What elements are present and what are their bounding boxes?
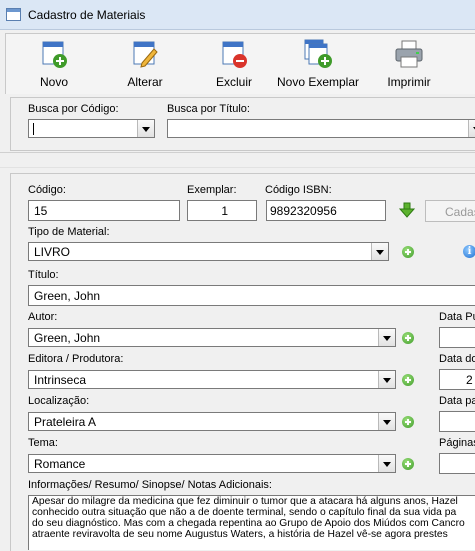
excluir-label: Excluir — [215, 75, 252, 89]
search-title-label: Busca por Título: — [167, 103, 250, 115]
localizacao-combo[interactable]: Prateleira A — [28, 412, 396, 431]
new-document-icon — [42, 41, 67, 68]
search-title-combo[interactable] — [167, 119, 475, 138]
window-title: Cadastro de Materiais — [28, 8, 146, 22]
copy-document-icon — [304, 39, 332, 68]
window-icon — [6, 8, 21, 21]
chevron-down-icon[interactable] — [371, 243, 388, 260]
printer-icon — [395, 40, 423, 68]
exemplar-field[interactable]: 1 — [187, 200, 257, 221]
imprimir-button[interactable]: Imprimir — [382, 34, 436, 92]
title-bar: Cadastro de Materiais — [0, 0, 475, 30]
codigo-field[interactable]: 15 — [28, 200, 180, 221]
toolbar: Novo Alterar Excluir Novo Exemplar Impri… — [5, 33, 475, 94]
chevron-down-icon[interactable] — [378, 413, 395, 430]
cadastrar-isbn-button[interactable]: Cadas — [425, 200, 475, 222]
paginas-field[interactable] — [439, 453, 475, 474]
add-autor-icon[interactable] — [402, 332, 414, 344]
data-publicacao-label: Data Pu — [439, 311, 475, 323]
download-arrow-icon[interactable] — [399, 202, 415, 218]
divider — [0, 167, 475, 168]
paginas-label: Páginas — [439, 437, 475, 449]
localizacao-label: Localização: — [28, 395, 90, 407]
isbn-field[interactable]: 9892320956 — [266, 200, 386, 221]
titulo-label: Título: — [28, 269, 59, 281]
alterar-label: Alterar — [127, 75, 163, 89]
chevron-down-icon[interactable] — [378, 371, 395, 388]
data-do-field[interactable]: 2 — [439, 369, 475, 390]
chevron-down-icon[interactable] — [468, 120, 475, 137]
titulo-field[interactable]: Green, John — [28, 285, 475, 306]
data-do-label: Data do — [439, 353, 475, 365]
excluir-button[interactable]: Excluir — [209, 34, 259, 92]
search-code-label: Busca por Código: — [28, 103, 119, 115]
info-icon[interactable]: i — [463, 245, 475, 258]
memo-line: atraente reviravolta de seu nome Augustu… — [32, 529, 448, 540]
divider — [0, 152, 475, 153]
editora-combo[interactable]: Intrinseca — [28, 370, 396, 389]
data-pa-field[interactable] — [439, 411, 475, 432]
info-memo[interactable]: Apesar do milagre da medicina que fez di… — [28, 495, 475, 550]
memo-line: Apesar do milagre da medicina que fez di… — [32, 496, 458, 507]
memo-line: do seu diagnóstico. Mas com a chegada re… — [32, 518, 465, 529]
add-editora-icon[interactable] — [402, 374, 414, 386]
exemplar-label: Exemplar: — [187, 184, 237, 196]
info-label: Informações/ Resumo/ Sinopse/ Notas Adic… — [28, 479, 272, 491]
delete-document-icon — [222, 41, 247, 68]
chevron-down-icon[interactable] — [378, 455, 395, 472]
data-publicacao-field[interactable] — [439, 327, 475, 348]
chevron-down-icon[interactable] — [378, 329, 395, 346]
imprimir-label: Imprimir — [387, 75, 431, 89]
tema-combo[interactable]: Romance — [28, 454, 396, 473]
alterar-button[interactable]: Alterar — [120, 34, 170, 92]
editora-label: Editora / Produtora: — [28, 353, 124, 365]
memo-line: conhecido outra situação que não a de do… — [32, 507, 457, 518]
tipo-label: Tipo de Material: — [28, 226, 110, 238]
novo-exemplar-button[interactable]: Novo Exemplar — [275, 34, 361, 92]
data-pa-label: Data pa — [439, 395, 475, 407]
text-caret — [33, 123, 34, 135]
add-tipo-icon[interactable] — [402, 246, 414, 258]
novo-label: Novo — [39, 75, 68, 89]
add-localizacao-icon[interactable] — [402, 416, 414, 428]
tipo-combo[interactable]: LIVRO — [28, 242, 389, 261]
autor-combo[interactable]: Green, John — [28, 328, 396, 347]
codigo-label: Código: — [28, 184, 66, 196]
novo-button[interactable]: Novo — [30, 34, 78, 92]
tema-label: Tema: — [28, 437, 58, 449]
chevron-down-icon[interactable] — [137, 120, 154, 137]
add-tema-icon[interactable] — [402, 458, 414, 470]
novo-exemplar-label: Novo Exemplar — [276, 75, 360, 89]
edit-document-icon — [133, 41, 158, 68]
isbn-label: Código ISBN: — [265, 184, 332, 196]
autor-label: Autor: — [28, 311, 58, 323]
search-code-combo[interactable] — [28, 119, 155, 138]
